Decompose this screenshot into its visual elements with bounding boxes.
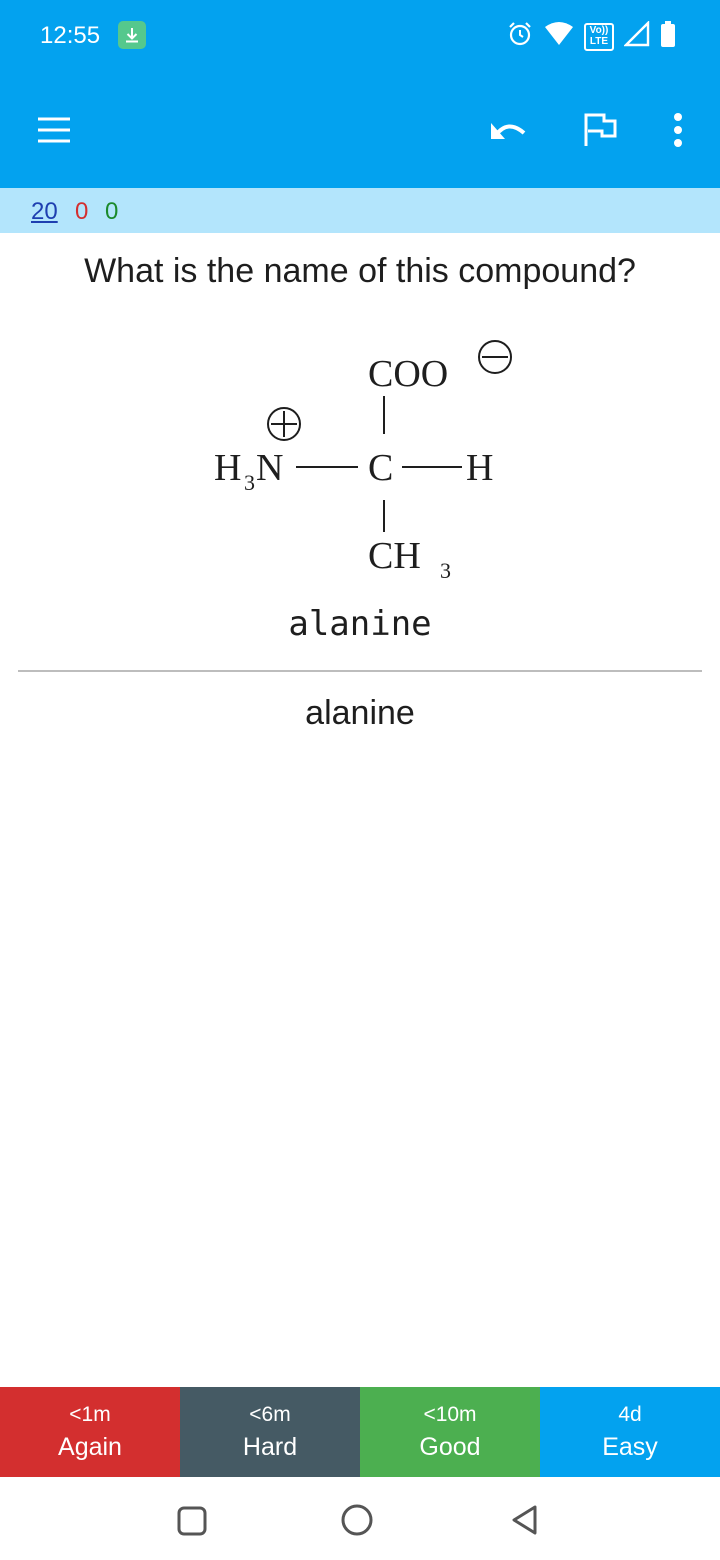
download-icon bbox=[118, 21, 146, 49]
wifi-icon bbox=[544, 21, 574, 52]
again-interval: <1m bbox=[69, 1402, 111, 1426]
again-label: Again bbox=[58, 1432, 122, 1461]
system-navigation-bar bbox=[0, 1477, 720, 1560]
signal-icon bbox=[623, 20, 650, 52]
undo-button[interactable] bbox=[480, 105, 536, 155]
volte-label-bottom: LTE bbox=[589, 35, 609, 47]
more-vert-icon bbox=[674, 113, 682, 147]
hard-label: Hard bbox=[242, 1432, 298, 1461]
coo-group: COO bbox=[368, 353, 448, 395]
card-counts-bar: 20 0 0 bbox=[0, 188, 720, 233]
easy-button[interactable]: 4d Easy bbox=[540, 1387, 720, 1477]
easy-interval: 4d bbox=[618, 1402, 642, 1426]
easy-label: Easy bbox=[602, 1432, 658, 1461]
n-atom: N bbox=[256, 447, 283, 489]
more-options-button[interactable] bbox=[658, 105, 698, 155]
back-triangle-icon bbox=[512, 1505, 537, 1535]
h-subscript: 3 bbox=[244, 470, 255, 495]
hard-button[interactable]: <6m Hard bbox=[180, 1387, 360, 1477]
h-atom-left: H bbox=[214, 447, 241, 489]
ch3-subscript: 3 bbox=[440, 558, 451, 583]
answer-buttons-bar: <1m Again <6m Hard <10m Good 4d Easy bbox=[0, 1387, 720, 1477]
typed-answer: alanine bbox=[288, 604, 432, 644]
volte-icon: Vo)) LTE bbox=[584, 22, 614, 51]
back-button[interactable] bbox=[502, 1497, 546, 1543]
hamburger-icon bbox=[38, 117, 70, 143]
recents-button[interactable] bbox=[170, 1499, 214, 1543]
answer-divider bbox=[18, 670, 702, 672]
review-count: 0 bbox=[105, 198, 119, 225]
ch-group: CH bbox=[368, 535, 421, 577]
good-interval: <10m bbox=[423, 1402, 477, 1426]
recents-square-icon bbox=[177, 1506, 207, 1536]
status-bar: 12:55 Vo)) LTE bbox=[0, 0, 720, 72]
volte-label-top: Vo)) bbox=[589, 24, 609, 36]
again-button[interactable]: <1m Again bbox=[0, 1387, 180, 1477]
card-question: What is the name of this compound? bbox=[84, 252, 636, 290]
good-button[interactable]: <10m Good bbox=[360, 1387, 540, 1477]
battery-icon bbox=[660, 20, 676, 53]
status-time: 12:55 bbox=[40, 22, 101, 49]
flag-icon bbox=[584, 113, 617, 146]
new-count: 20 bbox=[31, 198, 58, 225]
learning-count: 0 bbox=[75, 198, 89, 225]
alarm-icon bbox=[506, 20, 534, 53]
home-circle-icon bbox=[341, 1504, 373, 1536]
h-atom-right: H bbox=[466, 447, 493, 489]
undo-icon bbox=[491, 123, 526, 139]
card-answer: alanine bbox=[305, 694, 415, 732]
navigation-menu-button[interactable] bbox=[28, 107, 80, 153]
alanine-structure-image: COO ⊖ ⊕ H 3 N C H CH 3 bbox=[214, 340, 512, 583]
good-label: Good bbox=[419, 1432, 481, 1461]
c-atom: C bbox=[368, 447, 393, 489]
hard-interval: <6m bbox=[249, 1402, 291, 1426]
home-button[interactable] bbox=[334, 1497, 380, 1543]
flag-button[interactable] bbox=[572, 105, 628, 155]
app-toolbar bbox=[0, 72, 720, 188]
